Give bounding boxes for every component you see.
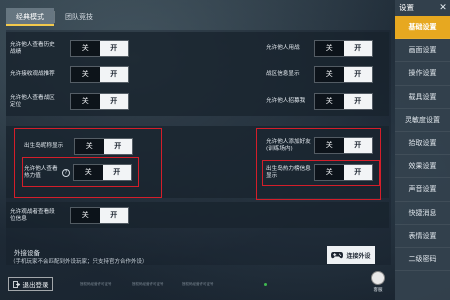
option-spawn-nickname: 出生岛昵称显示 关 开: [24, 138, 133, 155]
toggle-on-button[interactable]: 开: [99, 41, 128, 56]
toggle-on-button[interactable]: 开: [343, 165, 372, 180]
gamepad-icon: [331, 252, 344, 259]
sidebar-item-graphics[interactable]: 画面设置: [395, 39, 450, 63]
peripheral-title: 外接设备: [14, 249, 40, 257]
option-label: 出生岛热力榜信息显示: [266, 165, 311, 179]
option-label: 允许他人查看战区定位: [10, 94, 55, 108]
toggle-on-button[interactable]: 开: [343, 41, 372, 56]
toggle-off-button[interactable]: 关: [315, 41, 344, 56]
peripheral-description: （手机玩家不会匹配到外设玩家；只支持官方合作外设）: [10, 259, 148, 265]
toggle-off-button[interactable]: 关: [71, 67, 100, 82]
toggle-off-button[interactable]: 关: [315, 138, 344, 153]
toggle-off-button[interactable]: 关: [71, 41, 100, 56]
sidebar-item-sensitivity[interactable]: 灵敏度设置: [395, 109, 450, 132]
status-dot: [264, 283, 267, 286]
others-battle-toggle: 关 开: [314, 40, 373, 57]
option-label: 允许他人查看历史战绩: [10, 41, 55, 55]
option-add-friend: 允许他人添加好友(训练场内) 关 开: [266, 137, 373, 154]
sidebar-item-emotes[interactable]: 表情设置: [395, 225, 450, 248]
option-zone-location: 允许他人查看战区定位 关 开: [10, 93, 129, 110]
recruit-me-toggle: 关 开: [314, 93, 373, 110]
toggle-off-button[interactable]: 关: [315, 67, 344, 82]
toggle-on-button[interactable]: 开: [102, 165, 131, 180]
option-recruit-me: 允许他人招募我 关 开: [266, 93, 373, 110]
close-icon[interactable]: ✕: [436, 2, 450, 14]
option-label: 允许他人查看热力值: [24, 165, 58, 179]
customer-service-avatar-icon: [371, 271, 385, 285]
toggle-off-button[interactable]: 关: [315, 94, 344, 109]
tab-team-deathmatch[interactable]: 团队竞技: [55, 8, 103, 26]
option-label: 允许接收观战推荐: [10, 71, 55, 77]
zone-location-toggle: 关 开: [70, 93, 129, 110]
spectate-recommend-toggle: 关 开: [70, 66, 129, 83]
customer-service-label: 客服: [373, 288, 383, 293]
sidebar-item-secondary-password[interactable]: 二级密码: [395, 248, 450, 272]
zone-info-toggle: 关 开: [314, 66, 373, 83]
footer-note: 授权码经营许可证号: [182, 282, 214, 286]
toggle-on-button[interactable]: 开: [343, 138, 372, 153]
heat-value-toggle: 关 开: [73, 164, 132, 181]
sidebar-item-pickup[interactable]: 拾取设置: [395, 132, 450, 156]
add-friend-toggle: 关 开: [314, 137, 373, 154]
toggle-off-button[interactable]: 关: [74, 165, 103, 180]
option-label: 允许观战者查看段位信息: [10, 208, 55, 222]
toggle-off-button[interactable]: 关: [75, 139, 104, 154]
option-label: 允许他人用战: [266, 45, 300, 51]
info-icon[interactable]: ?: [62, 168, 70, 177]
option-spectator-rank: 允许观战者查看段位信息 关 开: [10, 207, 129, 224]
option-zone-info: 战区信息显示 关 开: [266, 66, 373, 83]
mode-tabs: 经典模式 团队竞技: [6, 8, 103, 26]
toggle-off-button[interactable]: 关: [315, 165, 344, 180]
toggle-on-button[interactable]: 开: [343, 94, 372, 109]
option-label: 战区信息显示: [266, 71, 300, 77]
option-heat-rank: 出生岛热力榜信息显示 关 开: [266, 164, 373, 181]
logout-icon: [12, 280, 20, 288]
option-others-battle: 允许他人用战 关 开: [266, 40, 373, 57]
sidebar-header: 设置 ✕: [395, 0, 450, 16]
toggle-on-button[interactable]: 开: [99, 208, 128, 223]
option-label: 出生岛昵称显示: [24, 143, 64, 149]
toggle-on-button[interactable]: 开: [343, 67, 372, 82]
toggle-on-button[interactable]: 开: [99, 67, 128, 82]
footer-note: 授权码经营许可证号: [80, 282, 112, 286]
sidebar-item-controls[interactable]: 操作设置: [395, 62, 450, 86]
spectator-rank-toggle: 关 开: [70, 207, 129, 224]
logout-label: 退出登录: [22, 281, 49, 289]
option-label: 允许他人招募我: [266, 98, 306, 104]
sidebar-item-vehicle[interactable]: 载具设置: [395, 86, 450, 109]
heat-rank-toggle: 关 开: [314, 164, 373, 181]
tab-classic-mode[interactable]: 经典模式: [6, 8, 54, 26]
customer-service-button[interactable]: 客服: [368, 271, 388, 297]
toggle-on-button[interactable]: 开: [99, 94, 128, 109]
sidebar-item-quick-message[interactable]: 快捷消息: [395, 202, 450, 225]
sidebar-item-sound[interactable]: 声音设置: [395, 178, 450, 202]
sidebar-title: 设置: [399, 3, 414, 12]
toggle-off-button[interactable]: 关: [71, 208, 100, 223]
logout-button[interactable]: 退出登录: [8, 277, 53, 291]
toggle-off-button[interactable]: 关: [71, 94, 100, 109]
connect-peripheral-button[interactable]: 连接外设: [327, 246, 375, 264]
toggle-on-button[interactable]: 开: [103, 139, 132, 154]
spawn-nickname-toggle: 关 开: [74, 138, 133, 155]
footer-note: 授权码经营许可证号: [132, 282, 164, 286]
option-heat-value: 允许他人查看热力值 ? 关 开: [24, 164, 132, 181]
option-label: 允许他人添加好友(训练场内): [266, 138, 311, 152]
option-history-record: 允许他人查看历史战绩 关 开: [10, 40, 129, 57]
history-record-toggle: 关 开: [70, 40, 129, 57]
sidebar-item-effects[interactable]: 效果设置: [395, 155, 450, 179]
settings-sidebar: 设置 ✕ 基础设置 画面设置 操作设置 载具设置 灵敏度设置 拾取设置 效果设置…: [395, 0, 450, 300]
option-spectate-recommend: 允许接收观战推荐 关 开: [10, 66, 129, 83]
sidebar-item-basic[interactable]: 基础设置: [395, 16, 450, 40]
connect-peripheral-label: 连接外设: [346, 252, 371, 260]
